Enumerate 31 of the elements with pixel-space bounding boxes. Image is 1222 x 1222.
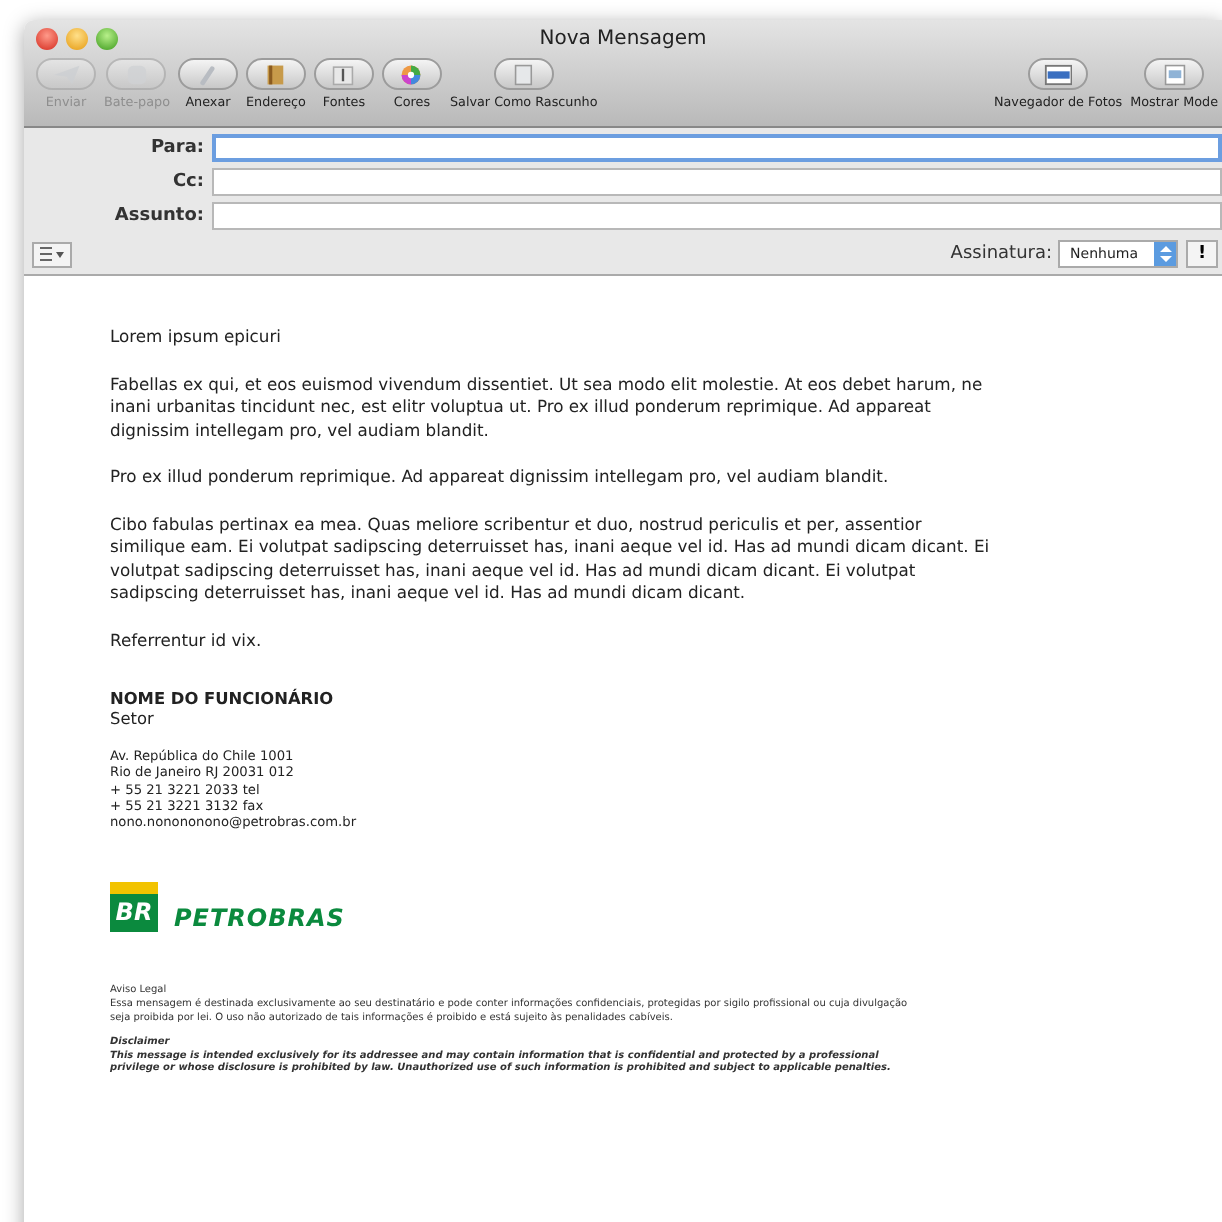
stepper-icon — [1154, 242, 1176, 266]
employee-name: NOME DO FUNCIONÁRIO — [110, 688, 336, 708]
format-menu-button[interactable] — [32, 241, 72, 267]
font-icon — [313, 58, 374, 90]
minimize-button[interactable] — [66, 28, 88, 50]
window-title: Nova Mensagem — [539, 28, 707, 50]
color-wheel-icon — [381, 58, 442, 90]
department: Setor — [110, 708, 156, 728]
input-field[interactable] — [212, 168, 1222, 196]
image-icon — [1144, 58, 1205, 90]
input-field[interactable] — [212, 202, 1222, 230]
zoom-button[interactable] — [96, 28, 118, 50]
signature-label: Assinatura: — [950, 244, 1055, 264]
address-book-icon — [245, 58, 306, 90]
body-paragraph: Cibo fabulas pertinax ea mea. Quas meliore scribentur et duo, nostrud periculis et per, assentior similique eam. Ei volutpat sadipscing deterruisset has, inani aeque vel id. Has ad mundi dicam dicant. Ei volutpat sadipscing deterruisset has, inani aeque vel id. Has ad mundi dicam dicant. Ei volutpat sadipscing deterruisset has, inani aeque vel id. Has ad mundi dicam dicant. — [110, 513, 992, 605]
input-field[interactable] — [212, 134, 1222, 162]
logo-mark: BR — [110, 882, 158, 933]
photo-icon — [1028, 58, 1089, 90]
field-label: Para: — [148, 138, 206, 158]
field-label: Cc: — [170, 172, 206, 192]
list-menu-icon — [38, 246, 66, 262]
document-icon — [493, 58, 554, 90]
field-label: Assunto: — [112, 206, 206, 226]
priority-button[interactable]: ! — [1186, 240, 1218, 268]
body-paragraph: Fabellas ex qui, et eos euismod vivendum dissentiet. Ut sea modo elit molestie. At eos debet harum, ne inani urbanitas tincidunt nec, est elitr voluptua ut. Pro ex illud ponderum reprimique. Ad appareat dignissim intellegam pro, vel audiam blandit. — [110, 373, 985, 442]
close-button[interactable] — [36, 28, 58, 50]
logo-text: PETROBRAS — [174, 904, 345, 933]
body-paragraph: Pro ex illud ponderum reprimique. Ad appareat dignissim intellegam pro, vel audiam blandit. — [110, 466, 891, 489]
paper-plane-icon — [36, 58, 96, 90]
body-paragraph: Lorem ipsum epicuri — [110, 326, 283, 349]
body-paragraph: Referrentur id vix. — [110, 629, 264, 652]
